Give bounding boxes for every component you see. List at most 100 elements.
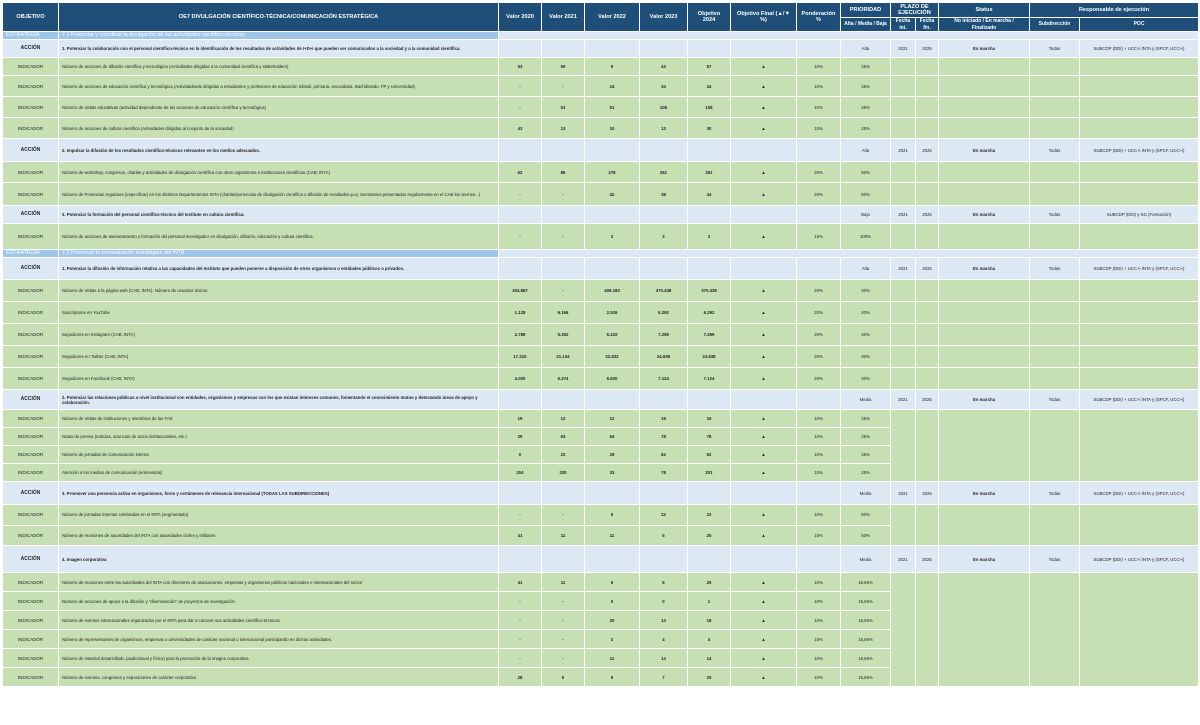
- action-start-date: 2021: [890, 389, 916, 410]
- indicator-empty-cell: [938, 96, 1031, 118]
- indicator-value-2022: 29: [584, 445, 640, 464]
- indicator-empty-cell: [938, 572, 1031, 687]
- indicator-empty-cell: [1029, 323, 1081, 346]
- trend-up-icon: ▲: [730, 648, 797, 668]
- header-subdireccion: Subdirección: [1029, 17, 1081, 32]
- indicator-objective-2024: 1: [687, 591, 731, 611]
- indicator-empty-cell: [890, 96, 916, 118]
- indicator-value-2022: 2.526: [584, 301, 640, 324]
- action-label: ACCIÓN: [2, 545, 59, 573]
- action-empty-cell: [796, 389, 841, 410]
- action-priority: Media: [840, 481, 891, 505]
- indicator-description: Número de material desarrollado (audiovi…: [58, 648, 499, 668]
- action-empty-cell: [541, 138, 585, 162]
- trend-up-icon: ▲: [730, 445, 797, 464]
- indicator-description: Seguidores en Facebook (CAB; INTA): [58, 367, 499, 390]
- indicator-weighting: 25%: [840, 409, 891, 428]
- indicator-objective-2024: 78: [687, 427, 731, 446]
- indicator-value-2021: 6.166: [541, 301, 585, 324]
- indicator-final-objective: 10%: [796, 57, 841, 76]
- indicator-empty-cell: [914, 409, 940, 482]
- action-empty-cell: [498, 257, 542, 280]
- action-empty-cell: [498, 205, 542, 224]
- indicator-empty-cell: [914, 323, 940, 346]
- action-label: ACCIÓN: [2, 481, 59, 505]
- indicator-row: INDICADOR Número de visitas educativas (a…: [2, 96, 1200, 118]
- objectives-table: OBJETIVO OE7 DIVULGACIÓN CIENTÍFICO-TÉCN…: [2, 2, 1200, 687]
- indicator-empty-cell: [890, 345, 916, 368]
- indicator-empty-cell: [890, 75, 916, 97]
- indicator-empty-cell: [914, 223, 940, 250]
- header-prioridad: PRIORIDAD: [840, 2, 891, 18]
- indicator-description: Número de visitas de instituciones y mie…: [58, 409, 499, 428]
- indicator-empty-cell: [1029, 345, 1081, 368]
- indicator-empty-cell: [914, 182, 940, 206]
- action-label: ACCIÓN: [2, 389, 59, 410]
- header-title: OE7 DIVULGACIÓN CIENTÍFICO-TÉCNICA/COMUN…: [58, 2, 499, 32]
- indicator-value-2021: -: [541, 504, 585, 526]
- indicator-value-2021: -: [541, 223, 585, 250]
- indicator-value-2021: -: [541, 182, 585, 206]
- action-start-date: 2021: [890, 257, 916, 280]
- action-end-date: 2025: [914, 39, 940, 58]
- action-empty-cell: [730, 205, 797, 224]
- trend-up-icon: ▲: [730, 223, 797, 250]
- indicator-label: INDICADOR: [2, 504, 59, 526]
- indicator-empty-cell: [1079, 279, 1200, 302]
- indicator-row: INDICADOR Número de acciones de difusión …: [2, 57, 1200, 76]
- action-status: En marcha: [938, 205, 1031, 224]
- indicator-label: INDICADOR: [2, 445, 59, 464]
- indicator-empty-cell: [938, 504, 1031, 546]
- indicator-weighting: 16,66%: [840, 610, 891, 630]
- indicator-weighting: 20%: [840, 323, 891, 346]
- indicator-empty-cell: [890, 223, 916, 250]
- action-row: ACCIÓN 3. Potenciar la formación del pers…: [2, 205, 1200, 224]
- indicator-final-objective: 20%: [796, 279, 841, 302]
- indicator-description: Número de eventos, congresos y exposicio…: [58, 667, 499, 687]
- action-empty-cell: [498, 545, 542, 573]
- indicator-label: INDICADOR: [2, 629, 59, 649]
- indicator-empty-cell: [890, 301, 916, 324]
- action-start-date: 2021: [890, 39, 916, 58]
- indicator-label: INDICADOR: [2, 367, 59, 390]
- indicator-objective-2024: 3: [687, 223, 731, 250]
- indicator-empty-cell: [938, 345, 1031, 368]
- indicator-description: Atención a los medios de comunicación (e…: [58, 463, 499, 482]
- indicator-value-2023: 261: [639, 161, 688, 183]
- indicator-value-2020: -: [498, 223, 542, 250]
- indicator-empty-cell: [914, 117, 940, 139]
- action-empty-cell: [584, 205, 640, 224]
- indicator-value-2020: 43: [498, 117, 542, 139]
- action-empty-cell: [687, 138, 731, 162]
- action-empty-cell: [639, 257, 688, 280]
- indicator-value-2021: 11: [541, 524, 585, 546]
- header-valor-2021: Valor 2021: [541, 2, 585, 32]
- indicator-value-2022: 12: [584, 409, 640, 428]
- indicator-empty-cell: [1079, 301, 1200, 324]
- indicator-value-2023: 370.438: [639, 279, 688, 302]
- indicator-final-objective: 20%: [796, 182, 841, 206]
- trend-up-icon: ▲: [730, 117, 797, 139]
- indicator-empty-cell: [938, 279, 1031, 302]
- header-prioridad-sub: Alta / Media / Baja: [840, 17, 891, 32]
- indicator-final-objective: 10%: [796, 427, 841, 446]
- indicator-empty-cell: [938, 367, 1031, 390]
- action-poc: SUBCDP (DDI) + UCC+i INTA y (SPCF, UCC+i…: [1079, 545, 1200, 573]
- trend-up-icon: ▲: [730, 591, 797, 611]
- indicator-value-2020: 4.000: [498, 367, 542, 390]
- trend-up-icon: ▲: [730, 629, 797, 649]
- action-row: ACCIÓN 1. Potenciar la colaboración con e…: [2, 39, 1200, 58]
- indicator-value-2020: -: [498, 648, 542, 668]
- indicator-final-objective: 10%: [796, 610, 841, 630]
- indicator-weighting: 50%: [840, 524, 891, 546]
- action-empty-cell: [498, 481, 542, 505]
- action-empty-cell: [639, 39, 688, 58]
- action-description: 1. Potenciar la difusión de información …: [58, 257, 499, 280]
- indicator-empty-cell: [1079, 409, 1200, 482]
- indicator-value-2023: 14: [639, 648, 688, 668]
- indicator-empty-cell: [1029, 117, 1081, 139]
- indicator-value-2021: 50: [541, 57, 585, 76]
- action-label: ACCIÓN: [2, 39, 59, 58]
- indicator-empty-cell: [1029, 409, 1081, 482]
- indicator-empty-cell: [890, 279, 916, 302]
